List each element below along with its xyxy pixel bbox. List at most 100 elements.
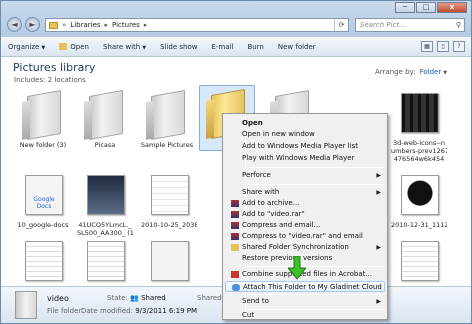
burn-button[interactable]: Burn (240, 43, 270, 51)
forward-button[interactable]: ► (25, 17, 40, 32)
command-bar: Organize ▼ Open Share with ▼ Slide show E-… (1, 37, 471, 57)
menu-item-add-to-rar[interactable]: Add to "video.rar" (225, 209, 385, 220)
chevron-right-icon: ▶ (376, 189, 381, 196)
selected-item-state: State: 👥 Shared (107, 294, 166, 302)
menu-item-shared-folder-sync[interactable]: Shared Folder Synchronization ▶ (225, 242, 385, 253)
folder-icon (89, 90, 123, 140)
image-thumbnail (25, 241, 63, 281)
search-icon[interactable]: ⚲ (456, 19, 461, 31)
chevron-right-icon: » (62, 21, 67, 29)
share-with-button[interactable]: Share with ▼ (96, 43, 153, 51)
item-label: 2010-12-31_1112 (391, 221, 447, 229)
folder-icon (49, 21, 58, 29)
archive-icon (231, 233, 239, 240)
back-button[interactable]: ◄ (7, 17, 22, 32)
close-button[interactable]: x (437, 2, 467, 13)
archive-icon (231, 211, 239, 218)
chevron-right-icon: ▶ (376, 298, 381, 305)
refresh-icon[interactable]: ⟳ (334, 19, 348, 31)
folder-icon (27, 90, 61, 140)
open-icon (59, 43, 68, 50)
address-bar[interactable]: » Libraries ▸ Pictures ▸ ⟳ (45, 18, 349, 32)
archive-icon (231, 200, 239, 207)
image-thumbnail (151, 241, 189, 281)
image-item-google-docs[interactable]: Google Docs 10_google-docs (15, 167, 71, 229)
arrange-by-dropdown[interactable]: Folder (420, 68, 442, 76)
users-icon: 👥 (130, 294, 139, 302)
menu-separator (247, 294, 385, 295)
maximize-button[interactable]: □ (416, 2, 436, 13)
image-item-row3-1[interactable] (15, 233, 71, 283)
selected-item-shared: Shared (197, 294, 222, 302)
image-item-row3-2[interactable] (77, 233, 133, 283)
new-folder-button[interactable]: New folder (271, 43, 323, 51)
image-item-2010-12-31[interactable]: 2010-12-31_1112 (391, 167, 447, 229)
window-controls: ─ □ x (394, 2, 467, 13)
item-label: 3d-web-icons--n (392, 139, 446, 147)
library-subtitle: Includes: 2 locations (14, 76, 86, 84)
menu-item-play-wmp[interactable]: Play with Windows Media Player (225, 153, 385, 164)
folder-item-new-folder-3[interactable]: New folder (3) (15, 87, 71, 149)
menu-item-cut[interactable]: Cut (225, 310, 385, 321)
image-thumbnail (87, 241, 125, 281)
menu-item-add-wmp-list[interactable]: Add to Windows Media Player list (225, 141, 385, 152)
image-item-row3-3[interactable] (141, 233, 197, 283)
selected-item-name: video (47, 294, 69, 303)
menu-separator (247, 167, 385, 168)
menu-item-gladinet-attach[interactable]: Attach This Folder to My Gladinet Cloud (225, 281, 385, 292)
library-title: Pictures library (13, 61, 96, 74)
archive-icon (231, 222, 239, 229)
menu-item-share-with[interactable]: Share with ▶ (225, 187, 385, 198)
item-label: Picasa (94, 141, 116, 149)
folder-item-sample-pictures[interactable]: Sample Pictures (139, 87, 195, 149)
selected-item-modified: Date modified: 9/3/2011 6:19 PM (81, 307, 198, 315)
menu-item-open-new-window[interactable]: Open in new window (225, 129, 385, 140)
menu-item-send-to[interactable]: Send to ▶ (225, 296, 385, 307)
image-thumbnail (401, 93, 439, 133)
image-thumbnail (401, 175, 439, 215)
slide-show-button[interactable]: Slide show (153, 43, 204, 51)
item-label: New folder (3) (19, 141, 67, 149)
cloud-icon (232, 284, 240, 291)
image-item-41uco5ylmcl[interactable]: 41UCO5YLmcL._ SL500_AA300_ (1) (77, 167, 133, 237)
title-bar: ─ □ x ◄ ► » Libraries ▸ Pictures ▸ ⟳ Sea… (1, 1, 471, 37)
menu-item-open[interactable]: Open (225, 118, 385, 129)
email-button[interactable]: E-mail (204, 43, 240, 51)
breadcrumb-libraries[interactable]: Libraries (70, 21, 100, 29)
image-item-3d-web-icons[interactable]: 3d-web-icons--n umbers-prev1267 476564w6… (391, 85, 447, 163)
search-placeholder: Search Pict... (360, 21, 406, 29)
menu-item-add-archive[interactable]: Add to archive... (225, 198, 385, 209)
menu-separator (247, 266, 385, 267)
menu-item-compress-rar-email[interactable]: Compress to "video.rar" and email (225, 231, 385, 242)
minimize-button[interactable]: ─ (395, 2, 415, 13)
item-label: 10_google-docs (17, 221, 69, 229)
search-input[interactable]: Search Pict... ⚲ (355, 18, 465, 32)
menu-item-perforce[interactable]: Perforce ▶ (225, 170, 385, 181)
chevron-down-icon: ▼ (142, 44, 147, 51)
image-item-row3-4[interactable] (391, 233, 447, 283)
item-label: 2010-10-25_2038 (141, 221, 197, 229)
item-label: 41UCO5YLmcL._ (78, 221, 132, 229)
chevron-down-icon: ▼ (443, 70, 448, 76)
item-label: Sample Pictures (140, 141, 194, 149)
open-button[interactable]: Open (52, 43, 96, 51)
folder-item-picasa[interactable]: Picasa (77, 87, 133, 149)
selected-item-type: File folder (47, 307, 82, 315)
preview-pane-icon[interactable]: ▯ (437, 41, 449, 52)
view-options-icon[interactable]: ▦ (421, 41, 433, 52)
chevron-right-icon: ▶ (376, 172, 381, 179)
sync-icon (231, 244, 239, 251)
folder-icon (151, 90, 185, 140)
breadcrumb-pictures[interactable]: Pictures (112, 21, 140, 29)
acrobat-icon (231, 271, 239, 278)
image-item-2010-10-25[interactable]: 2010-10-25_2038 (141, 167, 197, 229)
item-label: 476564w6k454 (393, 155, 445, 163)
image-thumbnail: Google Docs (25, 175, 63, 215)
chevron-right-icon: ▸ (104, 21, 109, 29)
help-icon[interactable]: ? (453, 41, 465, 52)
menu-item-compress-email[interactable]: Compress and email... (225, 220, 385, 231)
image-thumbnail (151, 175, 189, 215)
chevron-right-icon: ▶ (376, 244, 381, 251)
organize-button[interactable]: Organize ▼ (1, 43, 52, 51)
image-thumbnail (87, 175, 125, 215)
